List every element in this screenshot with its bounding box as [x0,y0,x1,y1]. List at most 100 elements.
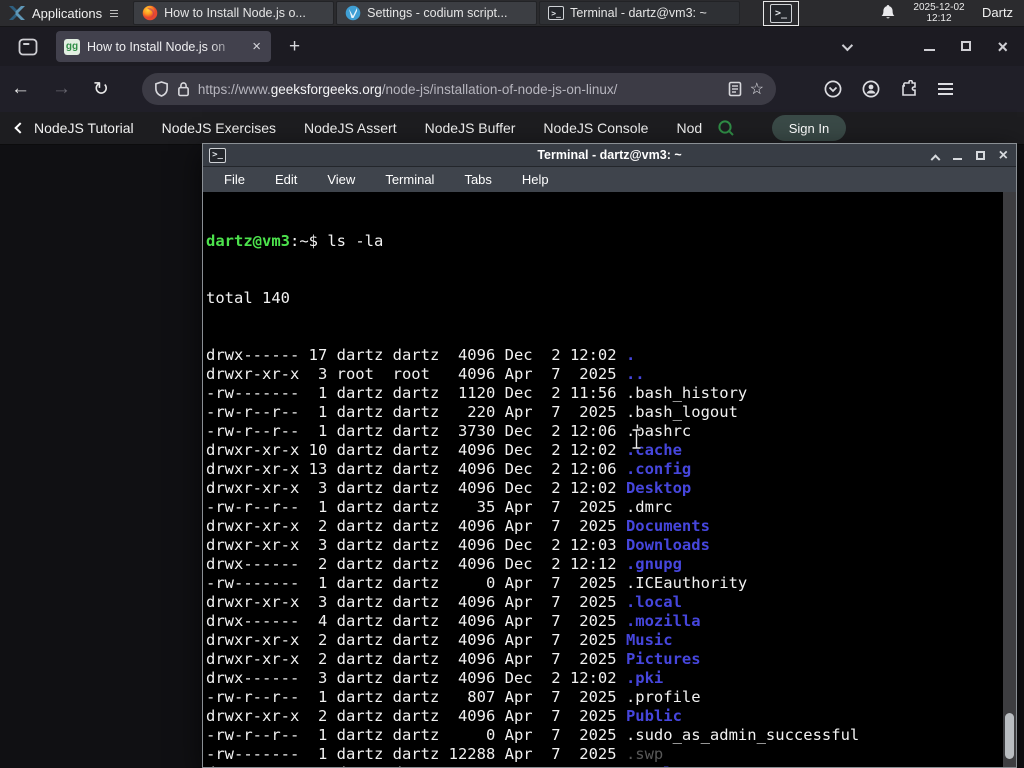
tab-close-button[interactable]: × [250,39,263,54]
terminal-prompt-line: dartz@vm3:~$ ls -la [206,232,1002,251]
taskbar-button-codium[interactable]: Settings - codium script... [336,1,538,25]
terminal-menu-file[interactable]: File [213,170,256,189]
file-name: .sudo_as_admin_successful [625,726,860,744]
terminal-line: -rw-r--r-- 1 dartz dartz 3730 Dec 2 12:0… [206,422,692,440]
terminal-line: drwxr-xr-x 3 dartz dartz 4096 Dec 2 12:0… [206,479,692,497]
nav-item-nodejs-console[interactable]: NodeJS Console [543,120,648,136]
terminal-line: drwx------ 2 dartz dartz 4096 Dec 2 12:1… [206,555,682,573]
terminal-listing: drwx------ 17 dartz dartz 4096 Dec 2 12:… [206,346,1002,767]
directory-name: Templates [626,764,710,767]
chevron-down-icon [842,39,854,51]
maximize-button[interactable] [975,147,985,165]
nav-item-nodejs-crypto[interactable]: NodeJS Crypto [676,120,702,136]
file-name: .bash_logout [625,403,738,421]
terminal-scrollbar[interactable] [1003,192,1016,767]
nav-item-nodejs-buffer[interactable]: NodeJS Buffer [425,120,516,136]
notification-bell-icon[interactable] [880,4,896,21]
gfg-nav-bar: NodeJS Tutorial NodeJS Exercises NodeJS As… [0,112,1024,145]
terminal-window: >_ Terminal - dartz@vm3: ~ × File Edit Vie… [202,143,1017,768]
new-tab-button[interactable]: + [283,36,306,58]
window-controls: × [842,27,1024,66]
maximize-button[interactable] [961,38,972,56]
top-panel: Applications How to Install Node.js o... [0,0,1024,27]
terminal-line: -rw-r--r-- 1 dartz dartz 807 Apr 7 2025 … [206,688,701,706]
file-name: .dmrc [625,498,673,516]
terminal-line: drwxr-xr-x 3 dartz dartz 4096 Apr 7 2025… [206,593,682,611]
shade-button[interactable] [930,147,941,165]
terminal-menu-terminal[interactable]: Terminal [374,170,445,189]
panel-user-label[interactable]: Dartz [982,5,1013,20]
file-name: .bash_history [625,384,748,402]
file-name: .ICEauthority [625,574,748,592]
sign-in-button[interactable]: Sign In [772,115,846,141]
list-all-tabs-button[interactable] [842,38,898,56]
terminal-menu-edit[interactable]: Edit [264,170,308,189]
tracking-shield-icon[interactable] [154,81,169,97]
nav-item-nodejs-assert[interactable]: NodeJS Assert [304,120,397,136]
close-button[interactable]: × [999,147,1008,163]
desktop: Applications How to Install Node.js o... [0,0,1024,768]
directory-name: .local [625,593,682,611]
reload-button[interactable]: ↻ [82,78,120,101]
taskbar-button-terminal[interactable]: >_ Terminal - dartz@vm3: ~ [539,1,741,25]
terminal-line: drwxr-xr-x 2 dartz dartz 4096 Apr 7 2025… [206,764,1002,767]
bookmark-star-icon[interactable]: ☆ [750,79,764,99]
applications-menu-button[interactable]: Applications [0,0,126,26]
directory-name: Desktop [625,479,692,497]
search-icon[interactable] [716,118,736,138]
terminal-icon: >_ [770,4,792,23]
directory-name: .mozilla [625,612,701,630]
gfg-nav-items: NodeJS Tutorial NodeJS Exercises NodeJS As… [34,120,702,136]
tab-title: How to Install Node.js on [87,39,226,54]
vscodium-icon [345,5,361,21]
scrollbar-thumb[interactable] [1005,713,1014,759]
terminal-line: -rw-r--r-- 1 dartz dartz 35 Apr 7 2025 .… [206,498,673,516]
terminal-line: -rw------- 1 dartz dartz 0 Apr 7 2025 .I… [206,574,748,592]
close-button[interactable]: × [997,38,1008,56]
minimize-button[interactable] [924,38,936,56]
extensions-puzzle-icon[interactable] [900,80,918,98]
menu-hamburger-icon[interactable] [937,83,953,95]
taskbar-button-label: Terminal - dartz@vm3: ~ [570,6,707,20]
terminal-line: drwxr-xr-x 2 dartz dartz 4096 Apr 7 2025… [206,631,673,649]
account-icon[interactable] [862,80,880,98]
terminal-icon: >_ [548,6,565,20]
terminal-title-bar[interactable]: >_ Terminal - dartz@vm3: ~ × [203,144,1016,167]
directory-name: .pki [625,669,664,687]
minimize-button[interactable] [952,147,962,165]
url-text[interactable]: https://www.geeksforgeeks.org/node-js/in… [198,82,720,97]
ibeam-cursor [630,428,643,450]
browser-toolbar: ← → ↻ https://www.geeksforgeeks.org/node… [0,66,1024,112]
back-button[interactable]: ← [0,78,41,100]
terminal-line: drwxr-xr-x 2 dartz dartz 4096 Apr 7 2025… [206,650,701,668]
terminal-line: drwxr-xr-x 10 dartz dartz 4096 Dec 2 12:… [206,441,682,459]
applications-label: Applications [32,5,103,21]
terminal-window-title: Terminal - dartz@vm3: ~ [537,148,682,162]
reader-mode-icon[interactable] [728,81,742,97]
terminal-menu-tabs[interactable]: Tabs [453,170,502,189]
terminal-body[interactable]: dartz@vm3:~$ ls -la total 140 drwx------… [203,192,1016,767]
terminal-line: drwxr-xr-x 2 dartz dartz 4096 Apr 7 2025… [206,517,710,535]
browser-tab-active[interactable]: gg How to Install Node.js on × [56,31,271,62]
taskbar-button-label: How to Install Node.js o... [164,6,306,20]
terminal-menu-help[interactable]: Help [511,170,560,189]
pocket-icon[interactable] [824,80,842,98]
terminal-window-controls: × [930,144,1008,167]
terminal-line: -rw-r--r-- 1 dartz dartz 220 Apr 7 2025 … [206,403,738,421]
tray-terminal-launcher[interactable]: >_ [763,1,799,26]
directory-name: Pictures [625,650,701,668]
url-bar[interactable]: https://www.geeksforgeeks.org/node-js/in… [141,73,776,105]
taskbar-button-firefox[interactable]: How to Install Node.js o... [133,1,335,25]
prompt-user-host: dartz@vm3 [206,232,290,250]
nav-item-nodejs-exercises[interactable]: NodeJS Exercises [162,120,276,136]
terminal-menu-view[interactable]: View [316,170,366,189]
terminal-output: dartz@vm3:~$ ls -la total 140 drwx------… [206,194,1002,767]
lock-icon[interactable] [177,81,190,97]
firefox-view-icon[interactable] [14,34,42,60]
panel-clock[interactable]: 2025-12-02 12:12 [908,2,970,24]
directory-name: .config [625,460,692,478]
chevron-left-icon[interactable] [14,122,26,134]
browser-tab-bar: gg How to Install Node.js on × + × [0,27,1024,66]
nav-item-nodejs-tutorial[interactable]: NodeJS Tutorial [34,120,134,136]
clock-date: 2025-12-02 [913,2,965,13]
